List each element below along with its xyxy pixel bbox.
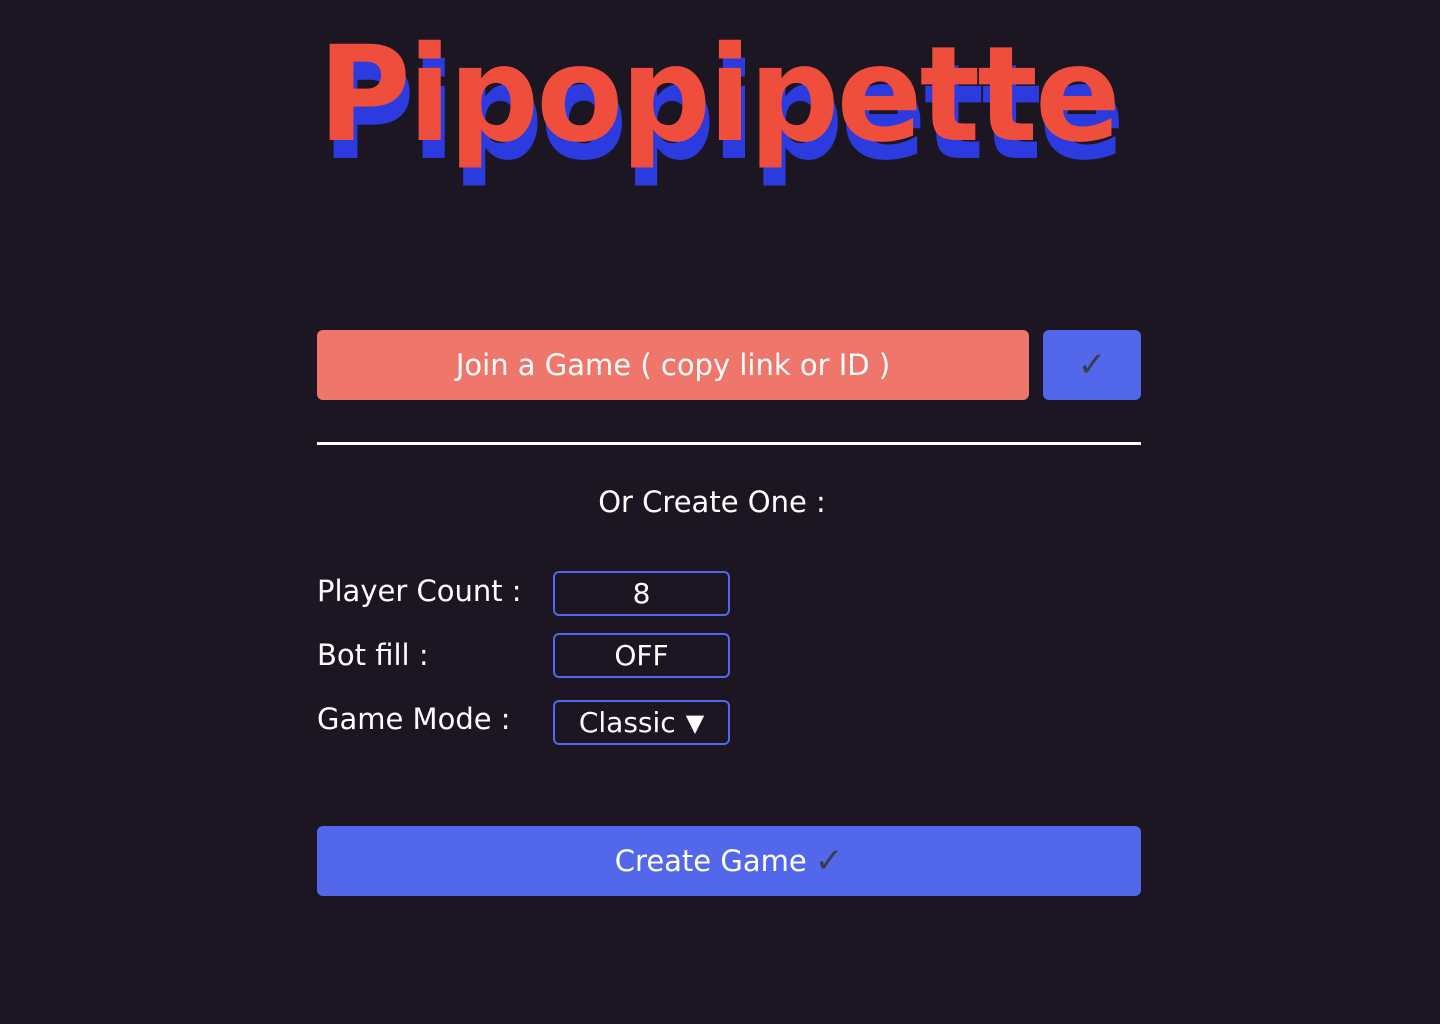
check-icon: ✓ (814, 841, 844, 881)
create-game-button[interactable]: Create Game ✓ (317, 826, 1141, 896)
bot-fill-label: Bot fill : (317, 638, 429, 672)
game-mode-value: Classic (578, 706, 676, 739)
create-section-heading: Or Create One : (598, 485, 826, 519)
player-count-label: Player Count : (317, 574, 522, 608)
join-submit-button[interactable]: ✓ (1043, 330, 1141, 400)
chevron-down-icon: ▼ (685, 708, 705, 737)
logo-front-text: Pipopipette (318, 18, 1118, 172)
section-divider (317, 442, 1141, 445)
check-icon: ✓ (1077, 345, 1107, 385)
create-game-label: Create Game (614, 844, 807, 878)
app-logo: Pipopipette Pipopipette (0, 0, 1440, 200)
bot-fill-toggle[interactable]: OFF (553, 633, 730, 678)
game-mode-select[interactable]: Classic ▼ (553, 700, 730, 745)
game-mode-label: Game Mode : (317, 702, 511, 736)
join-game-input[interactable] (317, 330, 1029, 400)
player-count-field[interactable]: 8 (553, 571, 730, 616)
